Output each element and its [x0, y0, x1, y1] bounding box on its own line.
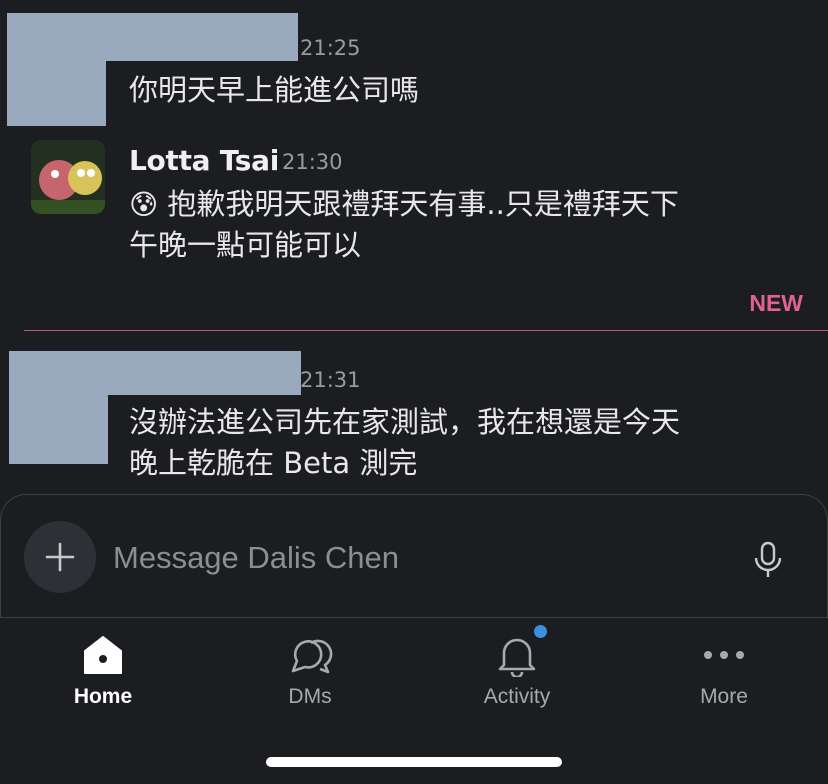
tab-dms[interactable]: DMs — [240, 629, 380, 719]
redacted-avatar-block — [7, 13, 106, 126]
message-text-continued: 午晚一點可能可以 — [129, 228, 362, 262]
message-text: 你明天早上能進公司嗎 — [129, 73, 420, 107]
tab-activity[interactable]: Activity — [447, 625, 587, 719]
add-attachment-button[interactable] — [24, 521, 96, 593]
tab-home-label: Home — [73, 685, 133, 708]
tab-dms-label: DMs — [288, 685, 332, 708]
emoji-anxious-sweat: 😰 — [129, 188, 159, 221]
new-messages-label: NEW — [749, 290, 803, 316]
message-timestamp: 21:25 — [300, 36, 361, 60]
message-text-continued: 晚上乾脆在 Beta 測完 — [129, 446, 418, 480]
bell-icon — [491, 625, 547, 681]
message-timestamp: 21:31 — [300, 368, 361, 392]
message-text: 😰 抱歉我明天跟禮拜天有事..只是禮拜天下 — [129, 187, 679, 221]
dms-icon — [284, 629, 336, 681]
home-icon — [77, 629, 129, 681]
redacted-avatar-block — [9, 351, 108, 464]
new-messages-divider — [24, 330, 828, 331]
message-author[interactable]: Lotta Tsai — [129, 143, 279, 179]
microphone-button[interactable] — [745, 537, 791, 583]
tab-more[interactable]: More — [654, 629, 794, 719]
plus-icon — [45, 542, 75, 572]
tab-activity-label: Activity — [483, 685, 551, 708]
message-text: 沒辦法進公司先在家測試，我在想還是今天 — [129, 405, 681, 439]
tab-more-label: More — [700, 685, 748, 708]
home-indicator — [266, 757, 562, 767]
more-dots-icon — [698, 629, 750, 681]
microphone-icon — [754, 541, 782, 577]
tab-home[interactable]: Home — [33, 629, 173, 719]
message-timestamp: 21:30 — [282, 150, 343, 174]
unread-indicator — [534, 625, 547, 638]
avatar[interactable] — [31, 140, 105, 214]
message-input[interactable] — [113, 536, 713, 580]
